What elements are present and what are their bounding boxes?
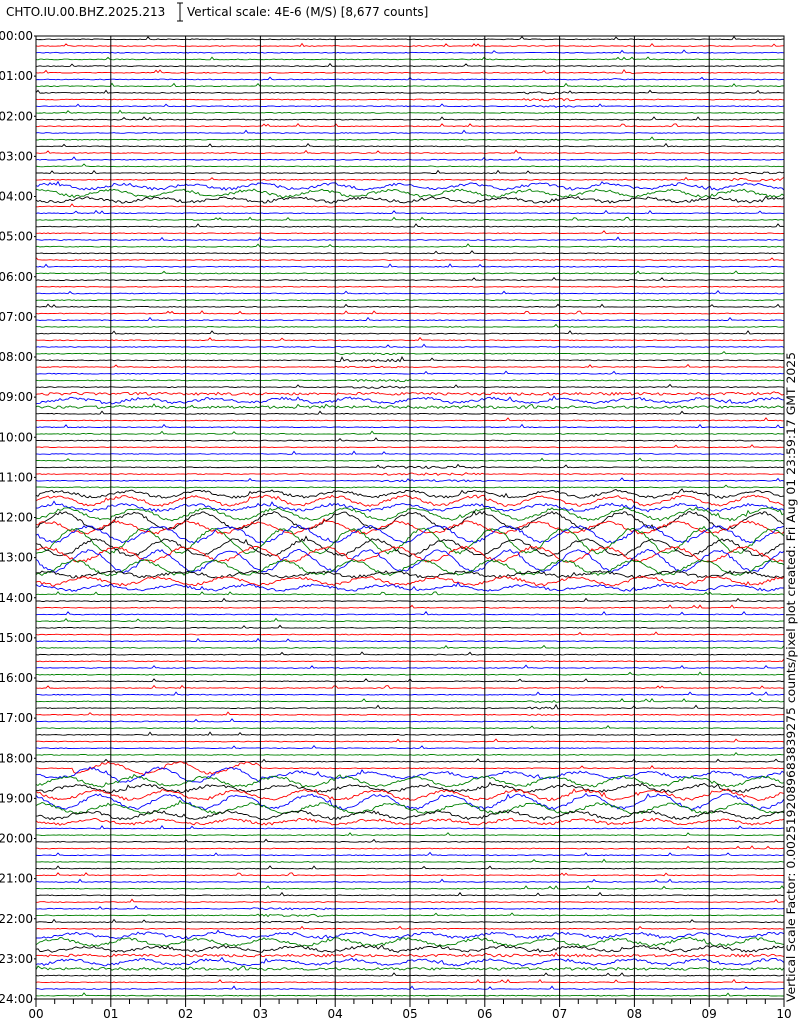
x-tick-label: 02 (178, 1007, 193, 1021)
helicorder-chart: 00:00 01:00 02:00 03:00 04:00 05:00 06:00 07:00… (0, 2, 798, 1021)
x-tick-label: 09 (702, 1007, 717, 1021)
hour-label: 13:00 (0, 551, 33, 565)
station-title: CHTO.IU.00.BHZ.2025.213 (6, 5, 165, 19)
hour-label: 01:00 (0, 69, 33, 83)
hour-label: 21:00 (0, 872, 33, 886)
hour-label: 15:00 (0, 631, 33, 645)
side-caption: Vertical Scale Factor: 0.002519208968383… (785, 352, 798, 1002)
hour-label: 07:00 (0, 310, 33, 324)
hour-label: 18:00 (0, 751, 33, 765)
x-tick-label: 04 (328, 1007, 343, 1021)
hour-label: 11:00 (0, 470, 33, 484)
scale-bar-icon (177, 2, 183, 22)
hour-label: 04:00 (0, 190, 33, 204)
x-axis: 00 01 02 03 04 05 06 07 08 09 10 (28, 999, 792, 1021)
hour-label: 08:00 (0, 350, 33, 364)
hour-label: 03:00 (0, 149, 33, 163)
hour-label: 09:00 (0, 390, 33, 404)
x-tick-label: 00 (28, 1007, 43, 1021)
x-tick-label: 05 (402, 1007, 417, 1021)
hour-label: 17:00 (0, 711, 33, 725)
hour-label: 19:00 (0, 791, 33, 805)
hour-label: 14:00 (0, 591, 33, 605)
hour-label: 23:00 (0, 952, 33, 966)
x-tick-label: 01 (103, 1007, 118, 1021)
hour-label: 22:00 (0, 912, 33, 926)
x-tick-label: 08 (627, 1007, 642, 1021)
x-tick-label: 06 (477, 1007, 492, 1021)
x-tick-label: 03 (253, 1007, 268, 1021)
hour-label: 12:00 (0, 511, 33, 525)
x-tick-label: 07 (552, 1007, 567, 1021)
x-tick-label: 10 (776, 1007, 791, 1021)
hour-label: 10:00 (0, 430, 33, 444)
hour-label: 16:00 (0, 671, 33, 685)
hour-label: 05:00 (0, 230, 33, 244)
hour-label: 02:00 (0, 109, 33, 123)
hour-label: 20:00 (0, 832, 33, 846)
vertical-scale-text: Vertical scale: 4E-6 (M/S) [8,677 counts… (187, 5, 428, 19)
hour-labels: 00:00 01:00 02:00 03:00 04:00 05:00 06:00 07:00… (0, 29, 36, 1006)
hour-label: 00:00 (0, 29, 33, 43)
hour-label: 06:00 (0, 270, 33, 284)
hour-label: 24:00 (0, 992, 33, 1006)
